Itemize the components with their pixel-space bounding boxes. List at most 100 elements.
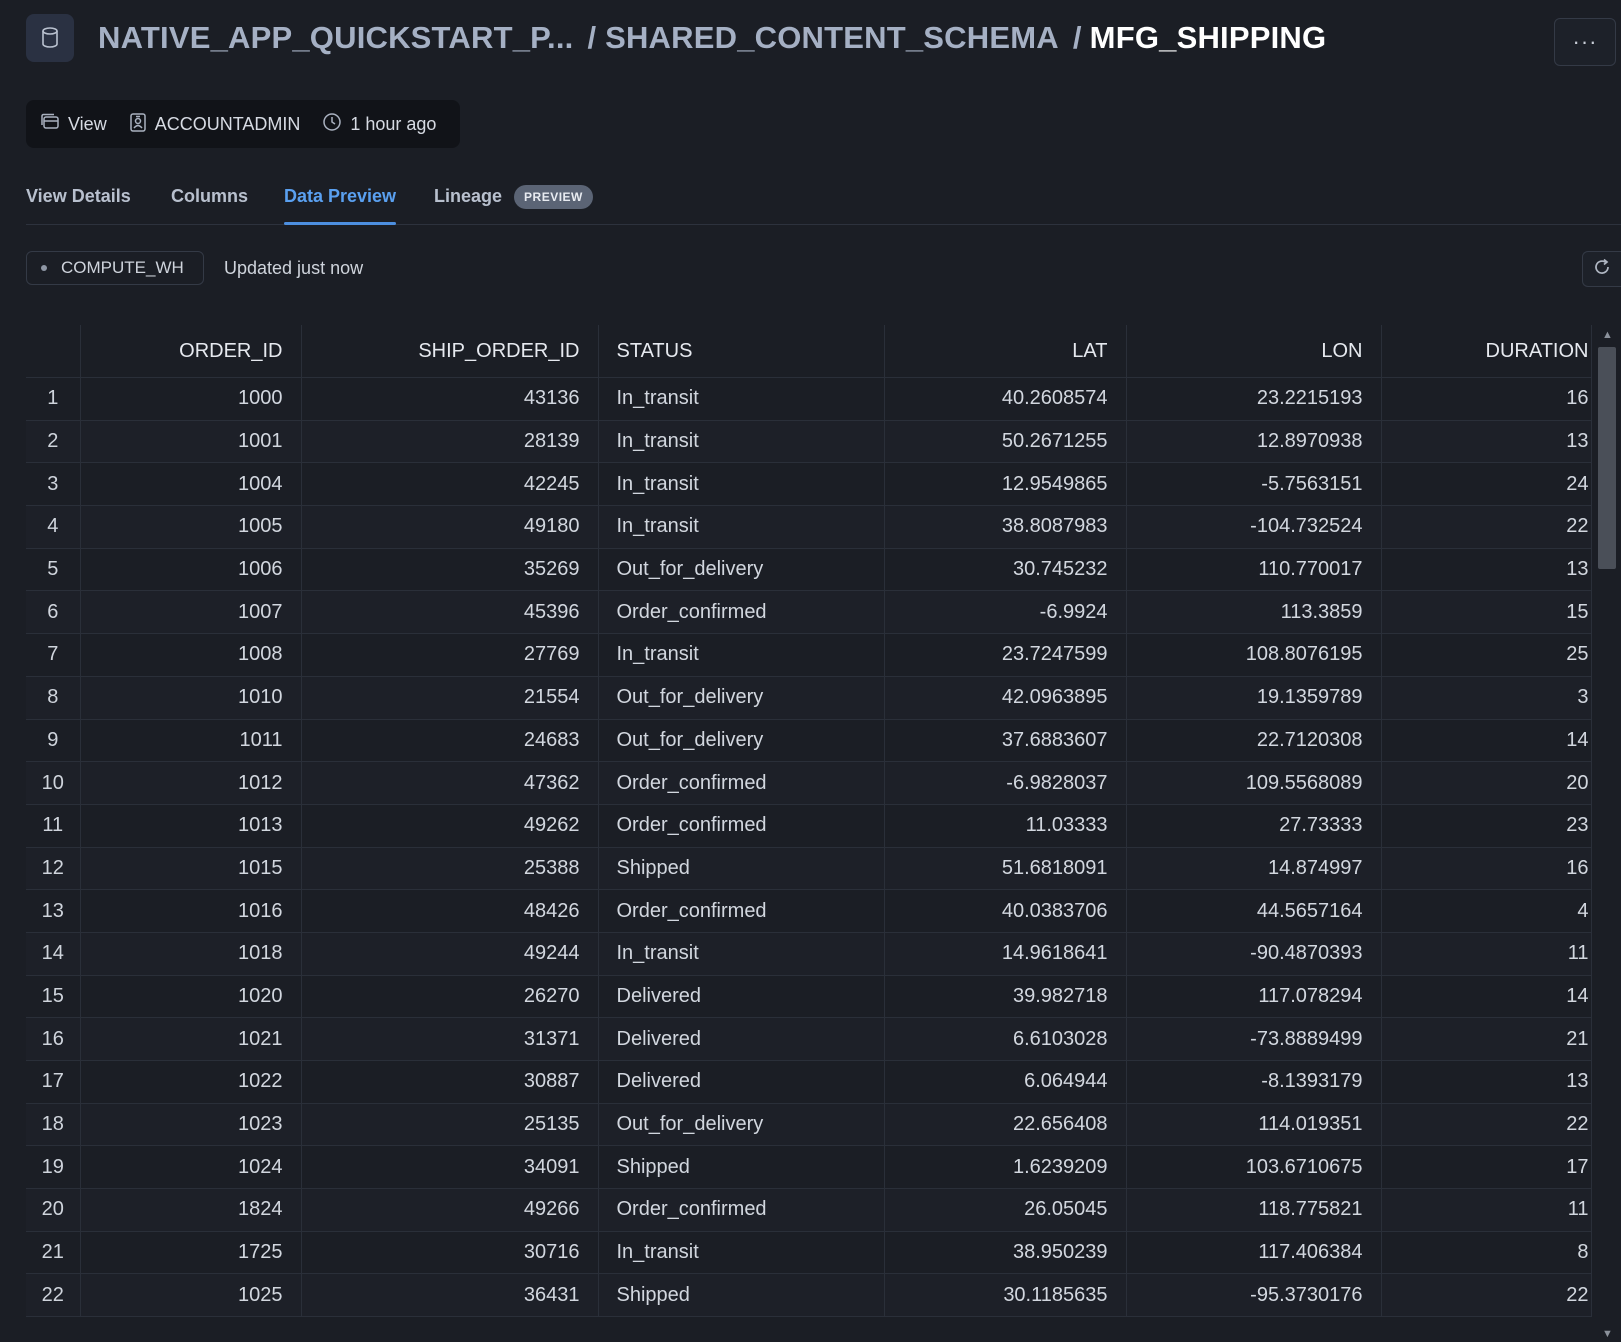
cell-ship-order-id[interactable]: 25135 [301,1103,599,1147]
cell-ship-order-id[interactable]: 49262 [301,804,599,848]
cell-status[interactable]: In_transit [598,420,885,464]
cell-duration[interactable]: 14 [1381,719,1592,763]
cell-ship-order-id[interactable]: 36431 [301,1273,599,1318]
cell-status[interactable]: In_transit [598,1231,885,1275]
cell-order-id[interactable]: 1000 [80,377,302,421]
cell-status[interactable]: Order_confirmed [598,590,885,635]
cell-lon[interactable]: 114.019351 [1126,1103,1382,1147]
cell-lon[interactable]: -73.8889499 [1126,1017,1382,1061]
cell-order-id[interactable]: 1022 [80,1060,302,1104]
table-row[interactable]: 19 1024 34091 Shipped 1.6239209 103.6710675 17 [26,1145,1592,1190]
cell-status[interactable]: In_transit [598,505,885,549]
cell-status[interactable]: Shipped [598,847,885,891]
cell-duration[interactable]: 11 [1381,1188,1592,1232]
column-header-order-id[interactable]: ORDER_ID [80,325,302,378]
warehouse-selector[interactable]: COMPUTE_WH [26,251,204,285]
table-row[interactable]: 10 1012 47362 Order_confirmed -6.9828037 109.… [26,761,1592,805]
scroll-up-arrow-icon[interactable]: ▲ [1602,329,1613,341]
cell-status[interactable]: Out_for_delivery [598,1103,885,1147]
cell-ship-order-id[interactable]: 26270 [301,975,599,1019]
cell-status[interactable]: In_transit [598,633,885,677]
vertical-scrollbar[interactable]: ▲ ▼ [1596,325,1620,1342]
cell-lat[interactable]: -6.9924 [884,590,1127,635]
cell-ship-order-id[interactable]: 43136 [301,377,599,421]
table-row[interactable]: 4 1005 49180 In_transit 38.8087983 -104.73252… [26,505,1592,549]
table-row[interactable]: 21 1725 30716 In_transit 38.950239 117.406384… [26,1231,1592,1275]
column-header-status[interactable]: STATUS [598,325,885,378]
data-grid[interactable]: ORDER_ID SHIP_ORDER_ID STATUS LAT LON DU… [26,325,1596,1342]
cell-order-id[interactable]: 1020 [80,975,302,1019]
cell-status[interactable]: Order_confirmed [598,804,885,848]
cell-duration[interactable]: 11 [1381,932,1592,976]
cell-lat[interactable]: 42.0963895 [884,676,1127,720]
cell-lat[interactable]: 50.2671255 [884,420,1127,464]
cell-duration[interactable]: 16 [1381,377,1592,421]
cell-duration[interactable]: 22 [1381,505,1592,549]
cell-order-id[interactable]: 1006 [80,548,302,592]
cell-order-id[interactable]: 1012 [80,761,302,805]
cell-duration[interactable]: 4 [1381,889,1592,933]
cell-status[interactable]: In_transit [598,932,885,976]
cell-ship-order-id[interactable]: 48426 [301,889,599,933]
cell-status[interactable]: Order_confirmed [598,761,885,805]
cell-ship-order-id[interactable]: 35269 [301,548,599,592]
cell-order-id[interactable]: 1015 [80,847,302,891]
cell-lon[interactable]: 27.73333 [1126,804,1382,848]
cell-lon[interactable]: 23.2215193 [1126,377,1382,421]
cell-duration[interactable]: 17 [1381,1145,1592,1190]
table-row[interactable]: 3 1004 42245 In_transit 12.9549865 -5.7563151… [26,462,1592,507]
cell-lon[interactable]: 108.8076195 [1126,633,1382,677]
cell-order-id[interactable]: 1001 [80,420,302,464]
table-row[interactable]: 6 1007 45396 Order_confirmed -6.9924 113.3859… [26,590,1592,635]
cell-duration[interactable]: 14 [1381,975,1592,1019]
cell-duration[interactable]: 22 [1381,1103,1592,1147]
cell-lon[interactable]: 117.078294 [1126,975,1382,1019]
cell-ship-order-id[interactable]: 49180 [301,505,599,549]
cell-lat[interactable]: 37.6883607 [884,719,1127,763]
cell-lon[interactable]: 12.8970938 [1126,420,1382,464]
column-header-lon[interactable]: LON [1126,325,1382,378]
cell-order-id[interactable]: 1008 [80,633,302,677]
cell-lat[interactable]: 6.064944 [884,1060,1127,1104]
cell-order-id[interactable]: 1021 [80,1017,302,1061]
cell-status[interactable]: Out_for_delivery [598,676,885,720]
cell-lat[interactable]: 12.9549865 [884,462,1127,507]
cell-lon[interactable]: -90.4870393 [1126,932,1382,976]
table-row[interactable]: 2 1001 28139 In_transit 50.2671255 12.8970938… [26,420,1592,464]
cell-lon[interactable]: 118.775821 [1126,1188,1382,1232]
scroll-down-arrow-icon[interactable]: ▼ [1602,1328,1613,1340]
cell-status[interactable]: Order_confirmed [598,1188,885,1232]
cell-order-id[interactable]: 1013 [80,804,302,848]
cell-lat[interactable]: 38.8087983 [884,505,1127,549]
cell-ship-order-id[interactable]: 28139 [301,420,599,464]
cell-duration[interactable]: 15 [1381,590,1592,635]
cell-order-id[interactable]: 1024 [80,1145,302,1190]
cell-ship-order-id[interactable]: 30716 [301,1231,599,1275]
tab-data-preview[interactable]: Data Preview [284,178,397,225]
table-row[interactable]: 13 1016 48426 Order_confirmed 40.0383706 44.5… [26,889,1592,933]
cell-lat[interactable]: 6.6103028 [884,1017,1127,1061]
tab-view-details[interactable]: View Details [26,178,131,224]
cell-lat[interactable]: 40.2608574 [884,377,1127,421]
cell-order-id[interactable]: 1018 [80,932,302,976]
column-header-duration[interactable]: DURATION [1381,325,1592,378]
table-row[interactable]: 20 1824 49266 Order_confirmed 26.05045 118.77… [26,1188,1592,1232]
cell-lat[interactable]: 39.982718 [884,975,1127,1019]
cell-ship-order-id[interactable]: 24683 [301,719,599,763]
cell-lon[interactable]: 14.874997 [1126,847,1382,891]
cell-duration[interactable]: 13 [1381,1060,1592,1104]
cell-status[interactable]: Delivered [598,975,885,1019]
cell-order-id[interactable]: 1725 [80,1231,302,1275]
cell-lat[interactable]: 30.1185635 [884,1273,1127,1318]
table-row[interactable]: 1 1000 43136 In_transit 40.2608574 23.2215193… [26,377,1592,421]
cell-order-id[interactable]: 1025 [80,1273,302,1318]
cell-status[interactable]: In_transit [598,377,885,421]
table-row[interactable]: 22 1025 36431 Shipped 30.1185635 -95.3730176 2… [26,1273,1592,1318]
cell-lat[interactable]: -6.9828037 [884,761,1127,805]
cell-lon[interactable]: 110.770017 [1126,548,1382,592]
cell-duration[interactable]: 21 [1381,1017,1592,1061]
table-row[interactable]: 11 1013 49262 Order_confirmed 11.03333 27.733… [26,804,1592,848]
cell-lon[interactable]: -8.1393179 [1126,1060,1382,1104]
table-row[interactable]: 17 1022 30887 Delivered 6.064944 -8.1393179 13 [26,1060,1592,1104]
cell-duration[interactable]: 25 [1381,633,1592,677]
